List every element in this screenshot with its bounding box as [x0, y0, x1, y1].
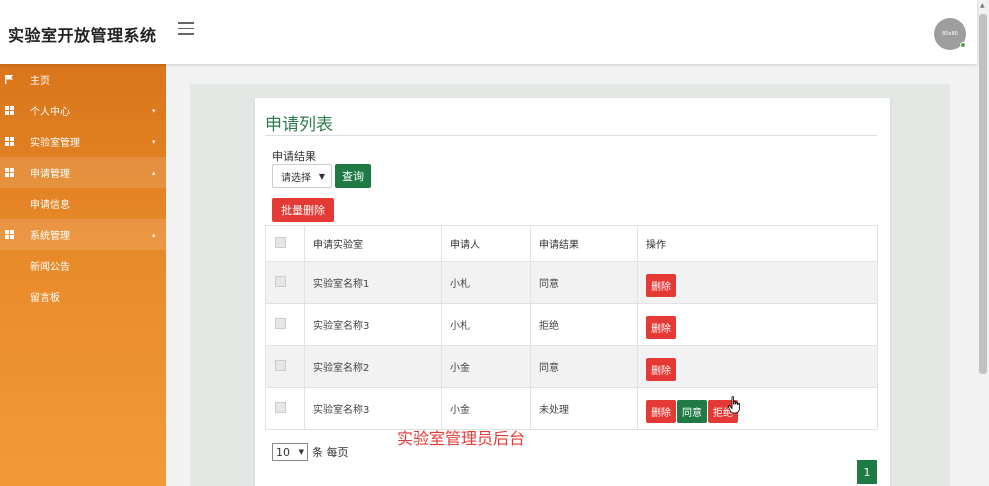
- sidebar-subitem-application-info[interactable]: 申请信息: [0, 188, 166, 219]
- row-select-cell: [265, 303, 305, 346]
- applicant-cell: 小金: [441, 387, 531, 430]
- sidebar-item-lab-management[interactable]: 实验室管理 ▾: [0, 126, 166, 157]
- application-table: 申请实验室 申请人 申请结果 操作 实验室名称1 小札 同意 删除 实验室名称3…: [265, 225, 878, 430]
- page-title: 申请列表: [265, 115, 333, 135]
- online-status-dot: [960, 42, 966, 48]
- lab-cell: 实验室名称1: [304, 261, 442, 304]
- hand-cursor-icon: [728, 396, 740, 414]
- select-all-cell: [265, 225, 305, 262]
- table-row: 实验室名称1 小札 同意 删除: [265, 261, 878, 304]
- sidebar-item-label: 系统管理: [30, 231, 70, 242]
- delete-button[interactable]: 删除: [646, 274, 676, 297]
- sidebar-subitem-message-board[interactable]: 留言板: [0, 281, 166, 312]
- row-checkbox[interactable]: [275, 317, 286, 329]
- chevron-down-icon: ▾: [152, 106, 156, 115]
- sidebar-item-application-management[interactable]: 申请管理 ▴: [0, 157, 166, 188]
- sidebar: 主页 个人中心 ▾ 实验室管理 ▾ 申请管理 ▴ 申请信息 系统管理 ▴ 新闻公…: [0, 64, 166, 486]
- actions-cell: 删除: [637, 345, 878, 388]
- actions-cell: 删除 同意 拒绝: [637, 387, 878, 430]
- flag-icon: [5, 75, 14, 84]
- scrollbar-thumb[interactable]: [979, 14, 987, 374]
- result-cell: 同意: [530, 345, 638, 388]
- row-checkbox[interactable]: [275, 275, 286, 287]
- select-value: 请选择: [281, 172, 311, 184]
- filter-label: 申请结果: [272, 150, 316, 163]
- table-row: 实验室名称3 小金 未处理 删除 同意 拒绝: [265, 387, 878, 430]
- select-all-checkbox[interactable]: [275, 236, 286, 248]
- table-row: 实验室名称2 小金 同意 删除: [265, 345, 878, 388]
- column-header-result: 申请结果: [530, 225, 638, 262]
- applicant-cell: 小札: [441, 303, 531, 346]
- row-select-cell: [265, 345, 305, 388]
- sidebar-item-label: 新闻公告: [30, 262, 70, 273]
- row-select-cell: [265, 261, 305, 304]
- delete-button[interactable]: 删除: [646, 358, 676, 381]
- page-size-label: 条 每页: [312, 446, 349, 459]
- row-checkbox[interactable]: [275, 359, 286, 371]
- query-button[interactable]: 查询: [335, 164, 371, 188]
- row-checkbox[interactable]: [275, 401, 286, 413]
- sidebar-item-personal-center[interactable]: 个人中心 ▾: [0, 95, 166, 126]
- title-divider: [265, 135, 877, 136]
- top-bar: 实验室开放管理系统 80x80: [0, 0, 977, 64]
- sidebar-item-label: 个人中心: [30, 107, 70, 118]
- chevron-up-icon: ▴: [152, 230, 156, 239]
- grid-icon: [5, 137, 14, 146]
- sidebar-item-label: 申请管理: [30, 169, 70, 180]
- applicant-cell: 小札: [441, 261, 531, 304]
- result-cell: 拒绝: [530, 303, 638, 346]
- approve-button[interactable]: 同意: [677, 400, 707, 423]
- result-cell: 同意: [530, 261, 638, 304]
- lab-cell: 实验室名称3: [304, 303, 442, 346]
- lab-cell: 实验室名称2: [304, 345, 442, 388]
- sidebar-item-label: 申请信息: [30, 200, 70, 211]
- grid-icon: [5, 230, 14, 239]
- result-cell: 未处理: [530, 387, 638, 430]
- sidebar-item-label: 实验室管理: [30, 138, 80, 149]
- batch-delete-button[interactable]: 批量删除: [272, 198, 334, 222]
- chevron-down-icon: ▼: [318, 171, 325, 181]
- sidebar-item-home[interactable]: 主页: [0, 64, 166, 95]
- app-title: 实验室开放管理系统: [8, 26, 157, 45]
- actions-cell: 删除: [637, 303, 878, 346]
- lab-cell: 实验室名称3: [304, 387, 442, 430]
- sidebar-item-label: 留言板: [30, 293, 60, 304]
- table-header-row: 申请实验室 申请人 申请结果 操作: [265, 225, 878, 262]
- overlay-caption: 实验室管理员后台: [397, 429, 526, 448]
- scroll-up-arrow-icon[interactable]: ▲: [980, 2, 985, 9]
- menu-toggle-icon[interactable]: [178, 22, 194, 36]
- page-size-select[interactable]: 10 ▼: [272, 443, 308, 461]
- page-size-value: 10: [276, 445, 290, 459]
- result-filter-select[interactable]: 请选择 ▼: [272, 164, 332, 188]
- actions-cell: 删除: [637, 261, 878, 304]
- column-header-applicant: 申请人: [441, 225, 531, 262]
- page-button-current[interactable]: 1: [857, 460, 877, 484]
- column-header-lab: 申请实验室: [304, 225, 442, 262]
- delete-button[interactable]: 删除: [646, 316, 676, 339]
- sidebar-subitem-news[interactable]: 新闻公告: [0, 250, 166, 281]
- sidebar-item-system-management[interactable]: 系统管理 ▴: [0, 219, 166, 250]
- table-row: 实验室名称3 小札 拒绝 删除: [265, 303, 878, 346]
- applicant-cell: 小金: [441, 345, 531, 388]
- row-select-cell: [265, 387, 305, 430]
- chevron-up-icon: ▴: [152, 168, 156, 177]
- grid-icon: [5, 168, 14, 177]
- chevron-down-icon: ▾: [152, 137, 156, 146]
- sidebar-item-label: 主页: [30, 76, 50, 87]
- chevron-down-icon: ▼: [298, 448, 304, 456]
- grid-icon: [5, 106, 14, 115]
- column-header-actions: 操作: [637, 225, 878, 262]
- delete-button[interactable]: 删除: [646, 400, 676, 423]
